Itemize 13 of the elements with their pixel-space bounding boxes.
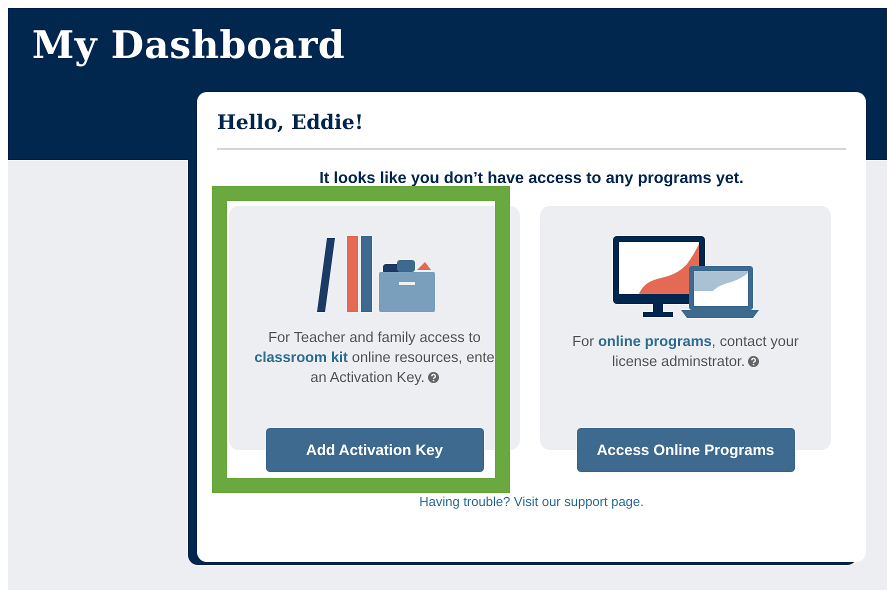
monitor-and-laptop-icon [612, 236, 758, 318]
page-title: My Dashboard [32, 22, 346, 67]
action-button[interactable]: Add Activation Key [266, 428, 484, 472]
help-icon[interactable] [748, 356, 759, 367]
action-button[interactable]: Access Online Programs [576, 428, 794, 472]
inline-link[interactable]: online programs [598, 334, 712, 350]
option-description: For online programs, contact your license adminstrator. [571, 333, 800, 372]
access-notice: It looks like you don’t have access to any programs yet. [318, 170, 745, 188]
greeting: Hello, Eddie! [217, 110, 846, 150]
help-icon[interactable] [428, 372, 439, 383]
inline-link[interactable]: classroom kit [254, 350, 348, 366]
support-link[interactable]: Having trouble? Visit our support page. [419, 494, 644, 509]
option-description: For Teacher and family access to classroom kit online resources, ente an Activation Key. [253, 329, 496, 388]
